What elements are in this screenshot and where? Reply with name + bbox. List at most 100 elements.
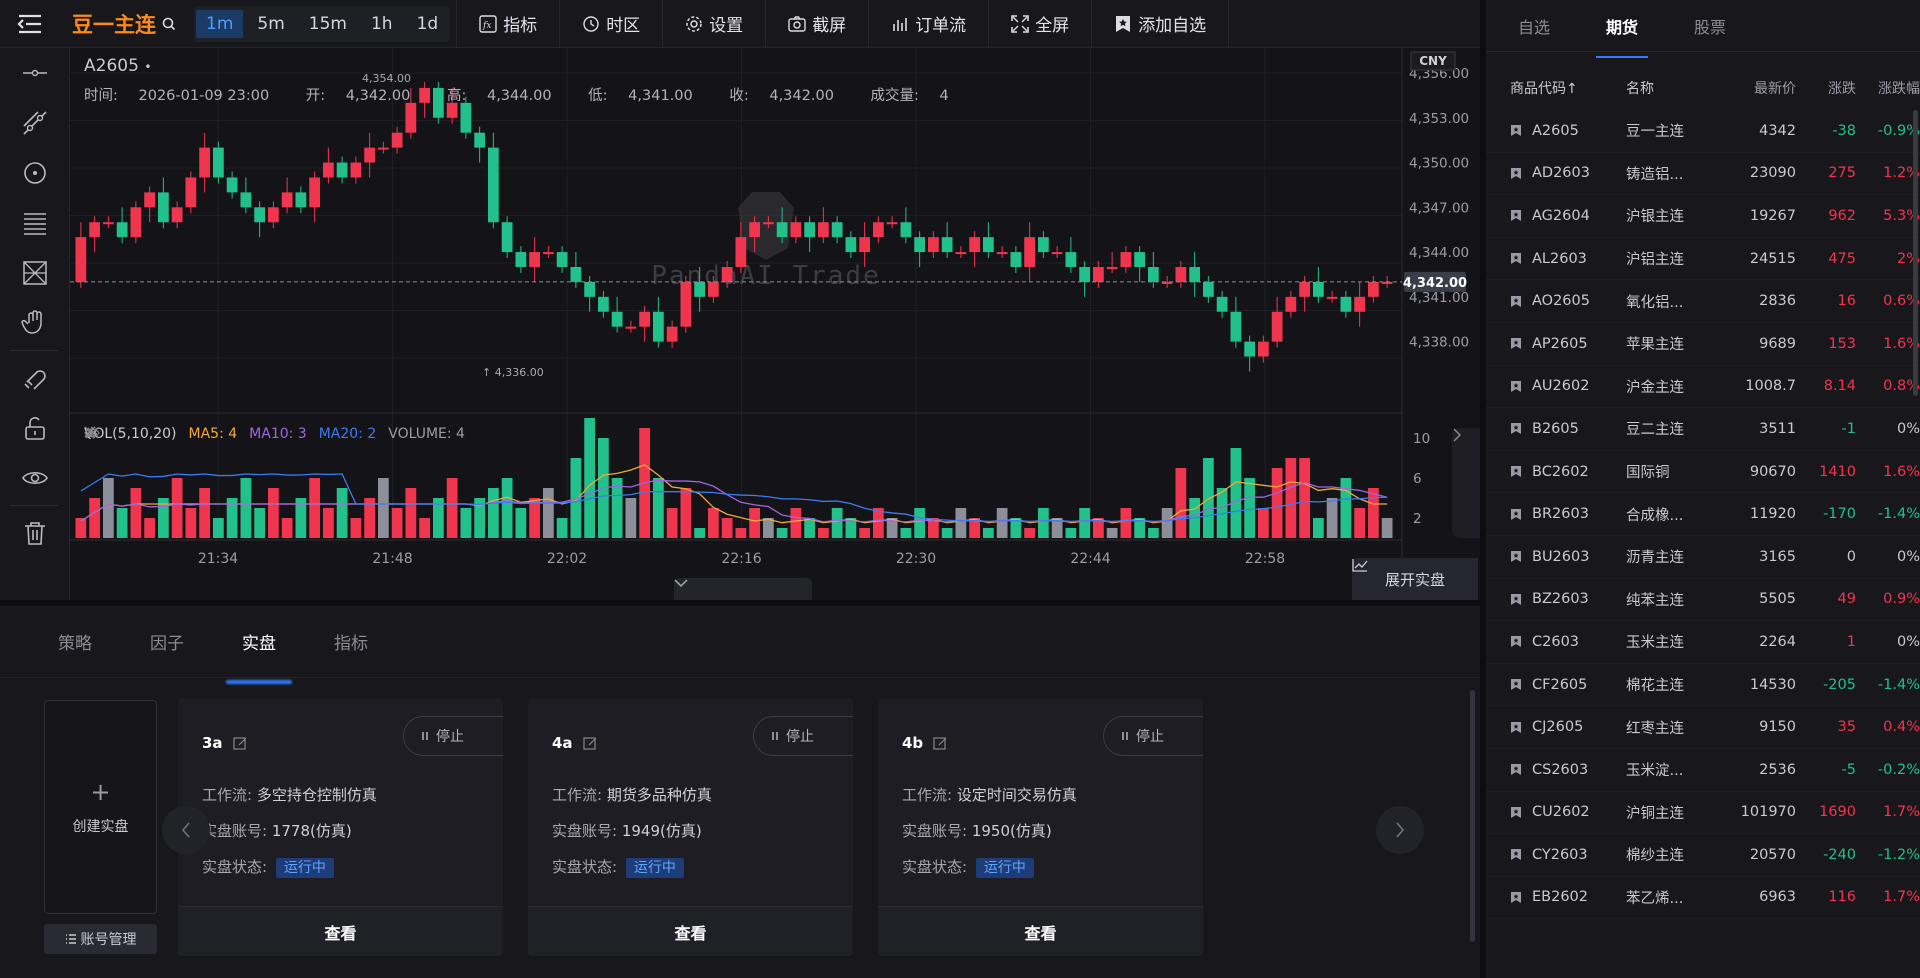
tab-factor[interactable]: 因子 — [142, 623, 192, 660]
screenshot-button[interactable]: 截屏 — [765, 0, 868, 48]
carousel-prev-button[interactable] — [162, 806, 210, 854]
tab-futures[interactable]: 期货 — [1596, 8, 1649, 58]
quote-row[interactable]: CY2603 棉纱主连 20570 -240 -1.2% — [1486, 834, 1920, 877]
quote-row[interactable]: A2605 豆一主连 4342 -38 -0.9% — [1486, 110, 1920, 153]
edit-icon[interactable] — [232, 736, 248, 751]
indicator-button[interactable]: fx 指标 — [456, 0, 559, 48]
bookmark-icon[interactable] — [1510, 422, 1522, 435]
quote-row[interactable]: BZ2603 纯苯主连 5505 49 0.9% — [1486, 579, 1920, 622]
quote-row[interactable]: CS2603 玉米淀... 2536 -5 -0.2% — [1486, 749, 1920, 792]
quote-scrollbar[interactable] — [1913, 110, 1918, 396]
magnet-icon[interactable] — [0, 353, 70, 403]
quote-row[interactable]: AG2604 沪银主连 19267 962 5.3% — [1486, 195, 1920, 238]
fullscreen-label: 全屏 — [1035, 16, 1070, 36]
quote-row[interactable]: AP2605 苹果主连 9689 153 1.6% — [1486, 323, 1920, 366]
circle-tool-icon[interactable] — [0, 148, 70, 198]
edit-icon[interactable] — [933, 736, 948, 751]
carousel-next-button[interactable] — [1376, 806, 1424, 854]
quote-row[interactable]: EB2602 苯乙烯... 6963 116 1.7% — [1486, 877, 1920, 920]
bookmark-icon[interactable] — [1510, 209, 1522, 222]
quote-row[interactable]: CF2605 棉花主连 14530 -205 -1.4% — [1486, 664, 1920, 707]
expand-live-button[interactable]: 展开实盘 — [1352, 558, 1478, 600]
account-manage-button[interactable]: 账号管理 — [44, 924, 157, 954]
bookmark-icon[interactable] — [1510, 550, 1522, 563]
bookmark-icon[interactable] — [1510, 806, 1522, 819]
eye-icon[interactable] — [0, 453, 70, 503]
bookmark-icon[interactable] — [1510, 763, 1522, 776]
bookmark-icon[interactable] — [1510, 465, 1522, 478]
symbol-selector[interactable]: 豆一主连 — [60, 0, 188, 48]
view-button[interactable]: 查看 — [878, 906, 1203, 956]
bookmark-icon[interactable] — [1510, 295, 1522, 308]
quote-row[interactable]: CU2602 沪铜主连 101970 1690 1.7% — [1486, 792, 1920, 835]
view-button[interactable]: 查看 — [528, 906, 853, 956]
stop-button[interactable]: 停止 — [753, 716, 853, 756]
fullscreen-button[interactable]: 全屏 — [988, 0, 1091, 48]
bookmark-icon[interactable] — [1510, 380, 1522, 393]
view-button[interactable]: 查看 — [178, 906, 503, 956]
interval-5m[interactable]: 5m — [247, 10, 294, 38]
tab-stocks[interactable]: 股票 — [1688, 8, 1732, 44]
chart-side-toggle[interactable] — [1452, 428, 1480, 538]
quote-row[interactable]: CJ2605 红枣主连 9150 35 0.4% — [1486, 706, 1920, 749]
fibonacci-tool-icon[interactable] — [0, 198, 70, 248]
header-name[interactable]: 名称 — [1626, 78, 1716, 98]
quote-row[interactable]: AD2603 铸造铝... 23090 275 1.2% — [1486, 153, 1920, 196]
bookmark-icon[interactable] — [1510, 848, 1522, 861]
bookmark-icon[interactable] — [1510, 252, 1522, 265]
candle-body — [1244, 341, 1255, 357]
hand-pan-icon[interactable] — [0, 298, 70, 348]
close-icon[interactable] — [84, 426, 96, 438]
quote-row[interactable]: AL2603 沪铝主连 24515 475 2% — [1486, 238, 1920, 281]
header-price[interactable]: 最新价 — [1716, 78, 1796, 98]
bottom-scrollbar[interactable] — [1470, 690, 1475, 942]
interval-1h[interactable]: 1h — [361, 10, 403, 38]
horizontal-line-tool-icon[interactable] — [0, 48, 70, 98]
trend-line-tool-icon[interactable] — [0, 98, 70, 148]
tab-live[interactable]: 实盘 — [234, 623, 284, 660]
orderflow-button[interactable]: 订单流 — [868, 0, 988, 48]
settings-button[interactable]: 设置 — [662, 0, 765, 48]
header-change-pct[interactable]: 涨跌幅 — [1856, 78, 1920, 98]
menu-icon[interactable] — [0, 0, 60, 48]
bookmark-icon[interactable] — [1510, 678, 1522, 691]
high-value: 4,344.00 — [486, 88, 552, 104]
edit-icon[interactable] — [582, 736, 598, 751]
tab-strategy[interactable]: 策略 — [50, 623, 100, 660]
tab-watchlist[interactable]: 自选 — [1512, 8, 1556, 44]
bookmark-icon[interactable] — [1510, 124, 1522, 137]
quote-row[interactable]: AO2605 氧化铝... 2836 16 0.6% — [1486, 280, 1920, 323]
interval-1d[interactable]: 1d — [407, 10, 449, 38]
candle-body — [103, 222, 114, 225]
quote-row[interactable]: C2603 玉米主连 2264 1 0% — [1486, 621, 1920, 664]
bookmark-icon[interactable] — [1510, 337, 1522, 350]
candle-body — [611, 311, 623, 327]
quote-row[interactable]: BU2603 沥青主连 3165 0 0% — [1486, 536, 1920, 579]
bookmark-icon[interactable] — [1510, 721, 1522, 734]
pattern-tool-icon[interactable] — [0, 248, 70, 298]
stop-button[interactable]: 停止 — [403, 716, 503, 756]
tab-indicator[interactable]: 指标 — [326, 623, 376, 660]
interval-15m[interactable]: 15m — [299, 10, 357, 38]
bookmark-icon[interactable] — [1510, 635, 1522, 648]
bookmark-icon[interactable] — [1510, 891, 1522, 904]
add-watchlist-button[interactable]: 添加自选 — [1091, 0, 1230, 48]
trash-icon[interactable] — [0, 508, 70, 558]
header-code[interactable]: 商品代码↑ — [1486, 78, 1626, 98]
quote-row[interactable]: AU2602 沪金主连 1008.7 8.14 0.8% — [1486, 366, 1920, 409]
quote-row[interactable]: B2605 豆二主连 3511 -1 0% — [1486, 408, 1920, 451]
quote-row[interactable]: BR2603 合成橡... 11920 -170 -1.4% — [1486, 493, 1920, 536]
bookmark-icon[interactable] — [1510, 593, 1522, 606]
interval-1m[interactable]: 1m — [196, 9, 244, 38]
stop-button[interactable]: 停止 — [1103, 716, 1203, 756]
bookmark-icon[interactable] — [1510, 508, 1522, 521]
chart-canvas[interactable]: PandaAI Trade4,356.004,353.004,350.004,3… — [70, 48, 1480, 600]
create-live-button[interactable]: + 创建实盘 — [44, 700, 157, 914]
collapse-panel-tab[interactable] — [674, 578, 812, 600]
quote-row[interactable]: BC2602 国际铜 90670 1410 1.6% — [1486, 451, 1920, 494]
unlock-icon[interactable] — [0, 403, 70, 453]
header-change[interactable]: 涨跌 — [1796, 78, 1856, 98]
bookmark-icon[interactable] — [1510, 167, 1522, 180]
kline-chart[interactable]: PandaAI Trade 4,356.00 4,353.00 4,350.00 4,3… — [70, 48, 1480, 600]
timezone-button[interactable]: 时区 — [559, 0, 662, 48]
